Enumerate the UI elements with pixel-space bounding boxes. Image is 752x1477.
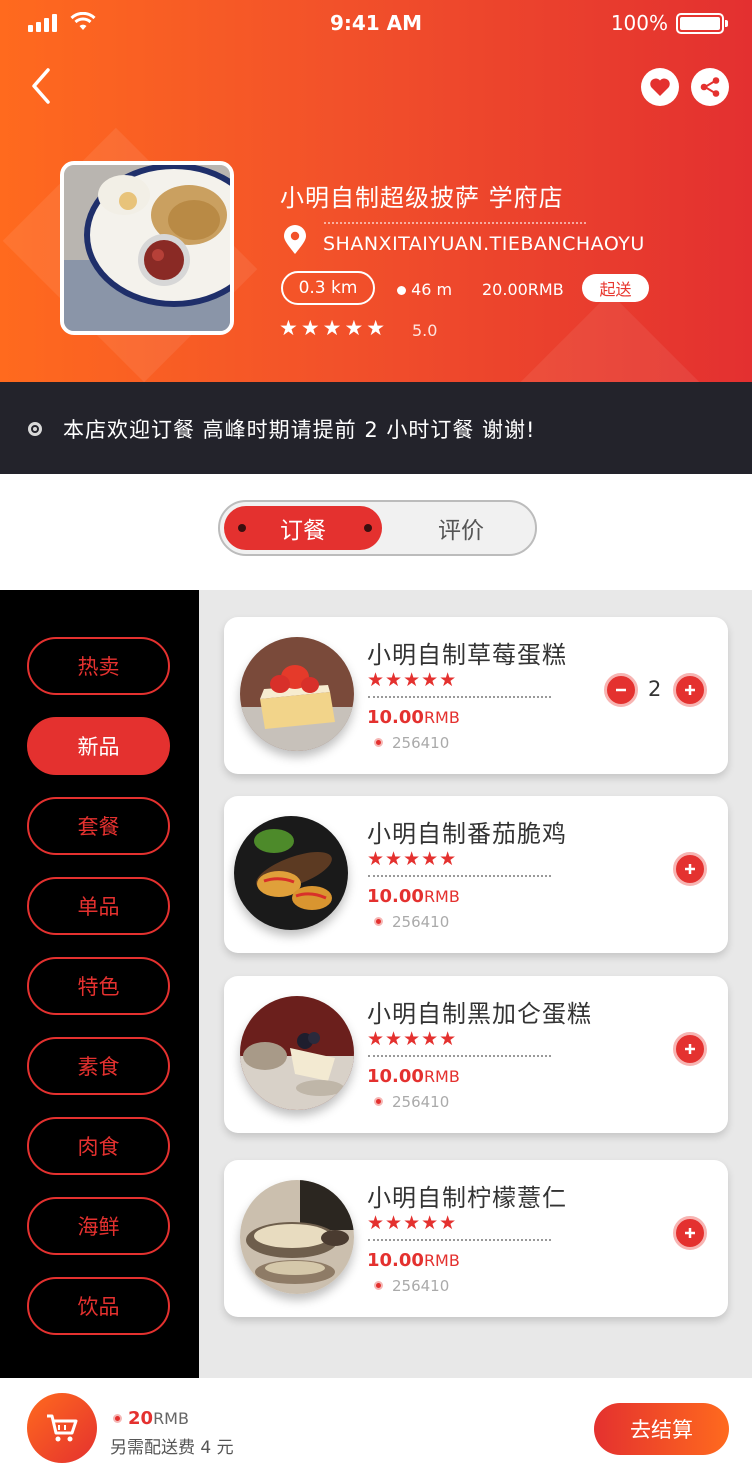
decrease-button[interactable]: [604, 673, 638, 707]
divider: [368, 875, 551, 877]
product-code: 256410: [374, 734, 449, 752]
product-stars: ★★★★★: [367, 848, 458, 870]
product-image: [240, 1180, 354, 1294]
tab-area: 订餐 评价: [0, 474, 752, 590]
tab-review[interactable]: 评价: [386, 506, 536, 550]
distance-badge: 0.3 km: [281, 271, 375, 305]
shop-stars: ★★★★★: [279, 316, 389, 340]
bullet-icon: [374, 917, 383, 926]
plus-icon: [685, 1044, 695, 1054]
quantity-value: 2: [648, 677, 662, 701]
product-price: 10.00RMB: [367, 1250, 460, 1271]
favorite-button[interactable]: [641, 68, 679, 106]
product-stars: ★★★★★: [367, 669, 458, 691]
product-name: 小明自制番茄脆鸡: [367, 820, 567, 848]
tab-order-label: 订餐: [280, 518, 326, 544]
category-item[interactable]: 单品: [27, 877, 170, 935]
cart-total: 20RMB: [113, 1408, 189, 1429]
category-item-active[interactable]: 新品: [27, 717, 170, 775]
heart-icon: [650, 78, 670, 96]
product-price: 10.00RMB: [367, 1066, 460, 1087]
product-name: 小明自制草莓蛋糕: [367, 641, 567, 669]
shopping-cart-icon: [47, 1414, 78, 1442]
category-item[interactable]: 特色: [27, 957, 170, 1015]
delivery-fee: 20.00RMB: [482, 280, 564, 299]
product-stars: ★★★★★: [367, 1028, 458, 1050]
shop-name: 小明自制超级披萨 学府店: [280, 184, 564, 212]
category-item[interactable]: 素食: [27, 1037, 170, 1095]
tab-dot: [238, 524, 246, 532]
product-code: 256410: [374, 1093, 449, 1111]
shop-photo: [60, 161, 234, 335]
notice-text: 本店欢迎订餐 高峰时期请提前 2 小时订餐 谢谢!: [63, 418, 536, 442]
bullet-icon: [374, 738, 383, 747]
product-name: 小明自制柠檬薏仁: [367, 1184, 567, 1212]
header-decoration: [482, 292, 738, 382]
add-button[interactable]: [673, 673, 707, 707]
status-bar: 9:41 AM 100%: [0, 0, 752, 46]
cart-bar: 20RMB 另需配送费 4 元 去结算: [0, 1378, 752, 1477]
battery-icon: [676, 13, 728, 34]
tab-dot: [364, 524, 372, 532]
category-item[interactable]: 套餐: [27, 797, 170, 855]
product-card[interactable]: 小明自制柠檬薏仁 ★★★★★ 10.00RMB 256410: [224, 1160, 728, 1317]
plus-icon: [685, 685, 695, 695]
battery-percent: 100%: [610, 11, 668, 35]
add-button[interactable]: [673, 852, 707, 886]
divider: [368, 696, 551, 698]
bullet-icon: [397, 286, 406, 295]
add-button[interactable]: [673, 1216, 707, 1250]
meters-info: 46 m: [397, 280, 452, 299]
bullet-icon: [113, 1414, 122, 1423]
product-price: 10.00RMB: [367, 886, 460, 907]
category-item[interactable]: 海鲜: [27, 1197, 170, 1255]
checkout-button[interactable]: 去结算: [594, 1403, 729, 1455]
share-icon: [700, 77, 720, 97]
cart-button[interactable]: [27, 1393, 97, 1463]
divider: [324, 222, 586, 224]
category-item[interactable]: 饮品: [27, 1277, 170, 1335]
bullet-icon: [374, 1281, 383, 1290]
delivery-note: 另需配送费 4 元: [110, 1438, 234, 1458]
category-sidebar: 热卖 新品 套餐 单品 特色 素食 肉食 海鲜 饮品: [0, 590, 199, 1378]
back-arrow-icon[interactable]: [26, 64, 60, 108]
product-price: 10.00RMB: [367, 707, 460, 728]
category-item[interactable]: 热卖: [27, 637, 170, 695]
product-code: 256410: [374, 913, 449, 931]
bullet-icon: [374, 1097, 383, 1106]
notice-bar: 本店欢迎订餐 高峰时期请提前 2 小时订餐 谢谢!: [0, 382, 752, 474]
minus-icon: [616, 688, 626, 692]
shop-address: SHANXITAIYUAN.TIEBANCHAOYU: [323, 233, 645, 255]
product-image: [240, 996, 354, 1110]
divider: [368, 1055, 551, 1057]
meters-value: 46 m: [411, 280, 453, 299]
add-button[interactable]: [673, 1032, 707, 1066]
location-pin-icon: [284, 225, 306, 254]
category-item[interactable]: 肉食: [27, 1117, 170, 1175]
product-name: 小明自制黑加仑蛋糕: [367, 1000, 592, 1028]
product-card[interactable]: 小明自制番茄脆鸡 ★★★★★ 10.00RMB 256410: [224, 796, 728, 953]
shop-header: 9:41 AM 100% 小明自制超级披萨 学府店 SHANXITAIYUAN.…: [0, 0, 752, 382]
shop-rating: 5.0: [412, 321, 438, 340]
share-button[interactable]: [691, 68, 729, 106]
tab-order[interactable]: 订餐: [224, 506, 382, 550]
product-stars: ★★★★★: [367, 1212, 458, 1234]
product-card[interactable]: 小明自制草莓蛋糕 ★★★★★ 10.00RMB 256410 2: [224, 617, 728, 774]
product-card[interactable]: 小明自制黑加仑蛋糕 ★★★★★ 10.00RMB 256410: [224, 976, 728, 1133]
product-image: [240, 637, 354, 751]
product-image: [234, 816, 348, 930]
plus-icon: [685, 1228, 695, 1238]
divider: [368, 1239, 551, 1241]
tab-switcher: 订餐 评价: [218, 500, 537, 556]
minimum-order-badge: 起送: [582, 274, 649, 302]
product-code: 256410: [374, 1277, 449, 1295]
bullet-icon: [28, 422, 42, 436]
plus-icon: [685, 864, 695, 874]
